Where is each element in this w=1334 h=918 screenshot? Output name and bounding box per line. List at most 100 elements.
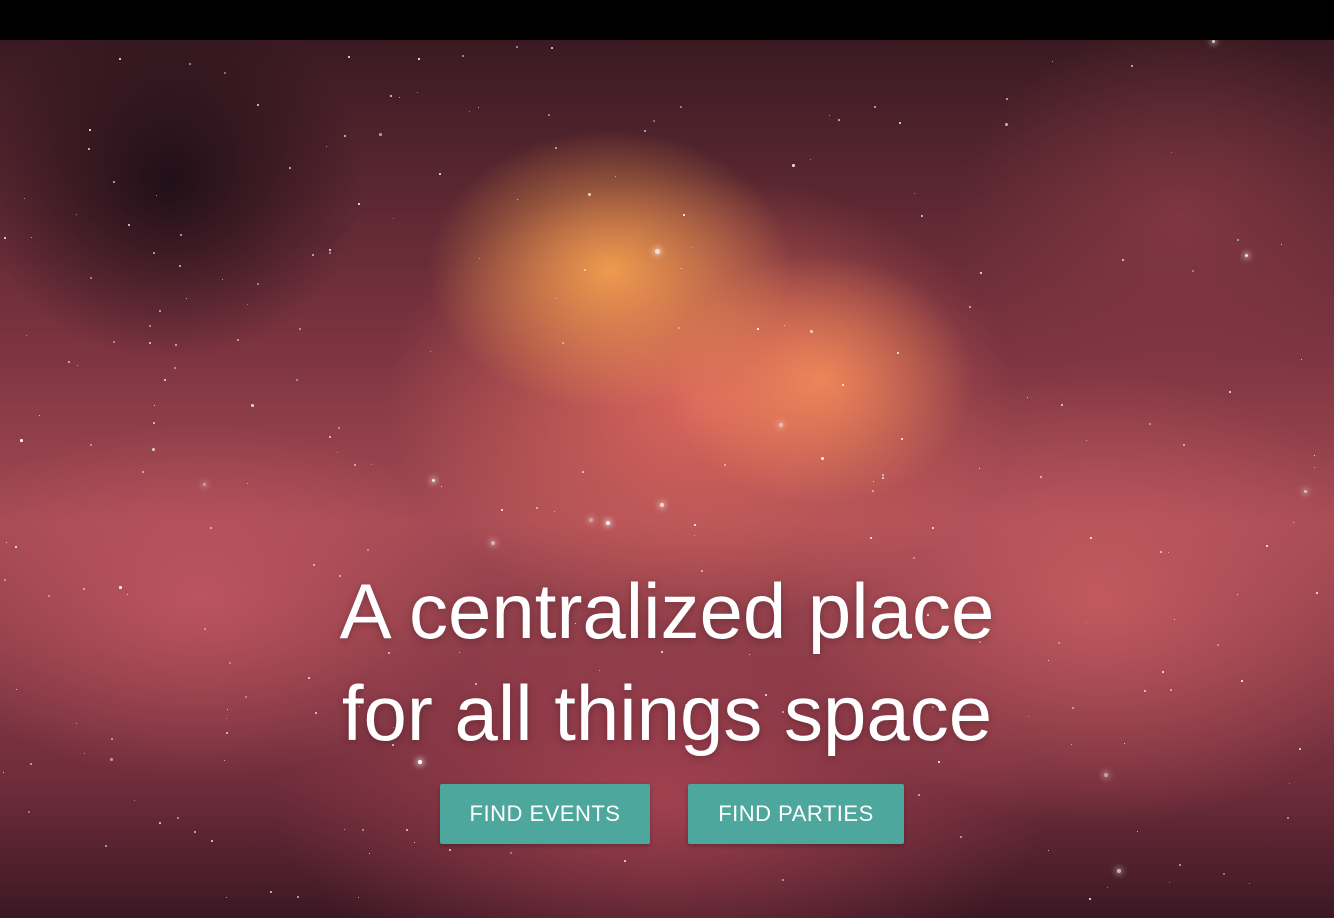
star (159, 310, 161, 312)
star (870, 537, 873, 540)
star (782, 879, 785, 882)
star (1212, 40, 1216, 44)
star (142, 471, 145, 474)
find-events-button[interactable]: FIND EVENTS (440, 784, 650, 844)
star (1281, 244, 1283, 246)
star (26, 335, 28, 337)
star (1245, 254, 1249, 258)
star (660, 503, 664, 507)
star (1168, 552, 1170, 554)
star (873, 481, 875, 483)
star (680, 106, 682, 108)
star (430, 351, 432, 353)
star (358, 897, 360, 899)
star (548, 114, 551, 117)
star (90, 444, 93, 447)
star (1249, 883, 1251, 885)
star (921, 215, 924, 218)
star (516, 46, 518, 48)
star (222, 279, 224, 281)
star (226, 897, 228, 899)
star (251, 404, 254, 407)
star (1171, 152, 1173, 154)
star (683, 214, 685, 216)
star (39, 415, 41, 417)
star (1052, 61, 1054, 63)
top-bar (0, 0, 1334, 40)
star (88, 148, 90, 150)
star (247, 483, 249, 485)
star (270, 891, 273, 894)
star (337, 452, 339, 454)
star (1131, 65, 1134, 68)
star (128, 224, 131, 227)
star (792, 164, 795, 167)
star (842, 384, 845, 387)
star (882, 477, 884, 479)
star (156, 195, 158, 197)
star (556, 298, 558, 300)
star (1192, 270, 1195, 273)
star (757, 328, 759, 330)
star (584, 269, 586, 271)
star (1117, 869, 1122, 874)
star (1160, 551, 1162, 553)
star (589, 518, 593, 522)
star (551, 47, 553, 49)
star (694, 524, 696, 526)
star (338, 427, 340, 429)
star (469, 111, 471, 113)
star (1229, 391, 1232, 394)
star (203, 483, 207, 487)
star (694, 535, 696, 537)
star (441, 486, 443, 488)
star (189, 63, 191, 65)
star (1040, 476, 1043, 479)
star (779, 423, 783, 427)
star (210, 527, 213, 530)
star (810, 330, 813, 333)
star (20, 439, 23, 442)
star (119, 58, 122, 61)
star (432, 479, 436, 483)
star (1149, 423, 1151, 425)
star (153, 422, 155, 424)
star (354, 464, 356, 466)
star (329, 436, 332, 439)
star (724, 464, 726, 466)
star (6, 542, 8, 544)
star (329, 249, 331, 251)
star (1301, 359, 1303, 361)
star (980, 272, 983, 275)
star (1223, 873, 1226, 876)
star (1304, 490, 1308, 494)
star (68, 361, 71, 364)
star (186, 298, 188, 300)
star (297, 896, 300, 899)
star (31, 237, 33, 239)
star (154, 405, 156, 407)
star (510, 852, 513, 855)
star (390, 95, 392, 97)
star (1027, 397, 1029, 399)
star (393, 218, 395, 220)
star (1314, 455, 1316, 457)
star (1005, 123, 1008, 126)
find-parties-button[interactable]: FIND PARTIES (688, 784, 904, 844)
star (371, 464, 373, 466)
star (296, 379, 298, 381)
star (678, 327, 680, 329)
star (882, 474, 885, 477)
star (479, 258, 481, 260)
star (418, 58, 420, 60)
star (348, 56, 350, 58)
star (872, 490, 874, 492)
star (237, 339, 240, 342)
star (1237, 239, 1240, 242)
star (829, 115, 830, 116)
star (153, 252, 155, 254)
star (784, 325, 786, 327)
star (462, 55, 465, 58)
star (358, 203, 360, 205)
star (439, 173, 441, 175)
